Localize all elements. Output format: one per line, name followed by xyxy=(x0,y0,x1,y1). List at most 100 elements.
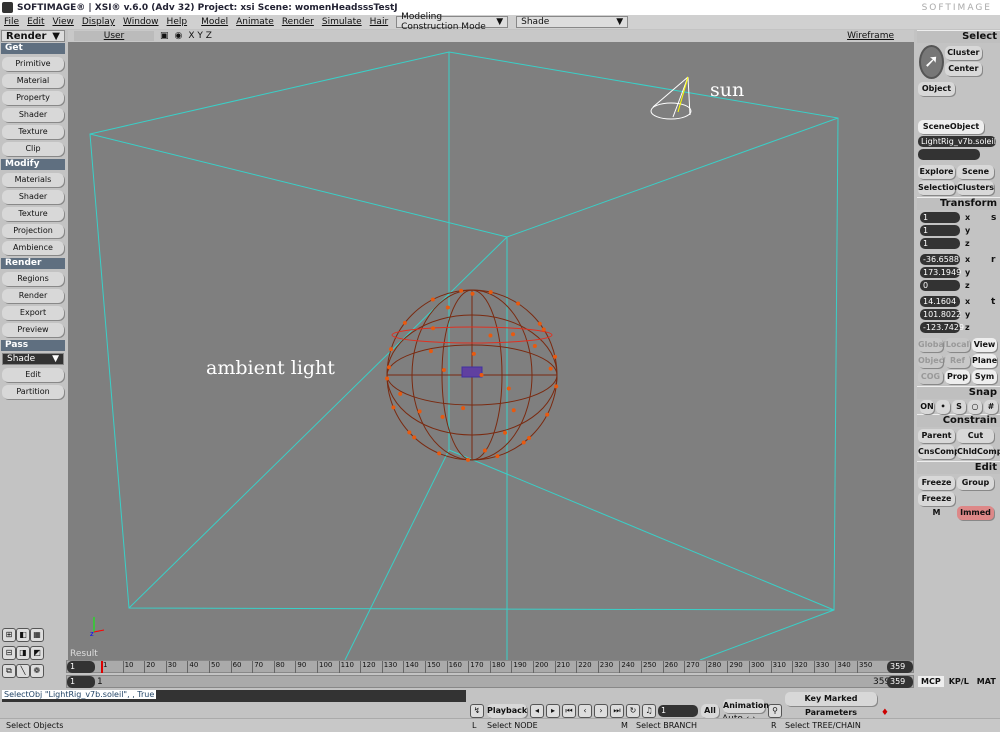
ref-global-button[interactable]: Global xyxy=(918,338,947,352)
left-button-preview[interactable]: Preview xyxy=(2,323,64,337)
left-button-partition[interactable]: Partition xyxy=(2,385,64,399)
first-frame-icon[interactable]: ⏮ xyxy=(562,704,576,718)
axis-label[interactable]: y xyxy=(965,310,977,319)
layout-icon[interactable]: ⊟ xyxy=(2,646,16,660)
center-button[interactable]: Center xyxy=(944,62,982,76)
left-button-render[interactable]: Render xyxy=(2,289,64,303)
filter-field[interactable] xyxy=(918,149,980,160)
menu-render[interactable]: Render xyxy=(282,17,314,27)
last-frame-icon[interactable]: ⏭ xyxy=(610,704,624,718)
selection-button[interactable]: Selection xyxy=(918,181,960,195)
command-text[interactable]: SelectObj "LightRig_v7b.soleil", , True xyxy=(2,690,157,699)
key-icon[interactable]: ⚲ xyxy=(768,704,782,718)
module-dropdown[interactable]: Render ▼ xyxy=(1,30,65,42)
ref-cog-button[interactable]: COG xyxy=(918,370,943,384)
left-button-projection[interactable]: Projection xyxy=(2,224,64,238)
snap-on-button[interactable]: ON xyxy=(920,399,934,414)
section-header[interactable]: Modify xyxy=(1,159,65,170)
cut-button[interactable]: Cut xyxy=(957,429,994,443)
ref-plane-button[interactable]: Plane xyxy=(972,354,997,368)
tab-mat[interactable]: MAT xyxy=(974,676,999,687)
axis-label[interactable]: z xyxy=(965,323,977,332)
left-button-edit[interactable]: Edit xyxy=(2,368,64,382)
chldcomp-button[interactable]: ChldComp xyxy=(957,445,1000,459)
section-header[interactable]: Render xyxy=(1,258,65,269)
left-button-texture[interactable]: Texture xyxy=(2,207,64,221)
display-mode[interactable]: Wireframe xyxy=(847,31,894,41)
playback-button[interactable]: Playback xyxy=(487,704,527,718)
timeline-start-field[interactable]: 1 xyxy=(67,661,95,673)
layout-icon[interactable]: ◨ xyxy=(16,646,30,660)
edit-header[interactable]: Edit xyxy=(917,461,1000,474)
range-end-field[interactable]: 359 xyxy=(887,676,913,688)
audio-icon[interactable]: ♫ xyxy=(642,704,656,718)
scene-object-button[interactable]: SceneObject xyxy=(918,120,984,134)
left-button-shader[interactable]: Shader xyxy=(2,108,64,122)
scale-toggle[interactable]: s xyxy=(991,213,996,223)
layout-split-icon[interactable]: ◧ xyxy=(16,628,30,642)
ref-view-button[interactable]: View xyxy=(972,338,997,352)
left-button-texture[interactable]: Texture xyxy=(2,125,64,139)
left-button-clip[interactable]: Clip xyxy=(2,142,64,156)
scene-explorer-icon[interactable]: ⧉ xyxy=(2,664,16,678)
axis-label[interactable]: x xyxy=(965,297,977,306)
next-key-icon[interactable]: ▸ xyxy=(546,704,560,718)
camera-dropdown[interactable]: User xyxy=(74,31,154,41)
selected-name-field[interactable]: LightRig_v7b.soleil xyxy=(918,136,996,147)
left-button-export[interactable]: Export xyxy=(2,306,64,320)
left-button-ambience[interactable]: Ambience xyxy=(2,241,64,255)
menu-model[interactable]: Model xyxy=(201,17,228,27)
playhead[interactable] xyxy=(101,661,103,673)
mode-dropdown[interactable]: Modeling Construction Mode ▼ xyxy=(396,12,509,32)
group-button[interactable]: Group xyxy=(957,476,994,490)
select-arrow-button[interactable]: ➚ xyxy=(919,45,944,79)
layout-quad-icon[interactable]: ⊞ xyxy=(2,628,16,642)
menu-view[interactable]: View xyxy=(53,17,74,27)
translate-y-field[interactable]: 101.8022 xyxy=(920,309,961,320)
snap-point-icon[interactable]: • xyxy=(936,399,950,414)
current-frame-field[interactable]: 1 xyxy=(658,705,698,717)
left-button-material[interactable]: Material xyxy=(2,74,64,88)
menu-display[interactable]: Display xyxy=(82,17,115,27)
prev-key-icon[interactable]: ◂ xyxy=(530,704,544,718)
rotate-y-field[interactable]: 173.1949 xyxy=(920,267,961,278)
pass-dropdown[interactable]: Shade ▼ xyxy=(2,353,64,365)
brush-icon[interactable]: ╲ xyxy=(16,664,30,678)
freeze-m-button[interactable]: Freeze M xyxy=(918,492,955,517)
layout-grid-icon[interactable]: ▦ xyxy=(30,628,44,642)
animation-button[interactable]: Animation xyxy=(723,699,769,713)
prev-frame-icon[interactable]: ‹ xyxy=(578,704,592,718)
axis-label[interactable]: x xyxy=(965,255,977,264)
script-icon[interactable]: ↯ xyxy=(470,704,484,718)
scale-y-field[interactable]: 1 xyxy=(920,225,960,236)
menu-window[interactable]: Window xyxy=(123,17,159,27)
camera-icon[interactable]: ▣ xyxy=(160,31,169,41)
axis-label[interactable]: x xyxy=(965,213,977,222)
cnscomp-button[interactable]: CnsComp xyxy=(918,445,960,459)
rotate-toggle[interactable]: r xyxy=(991,255,995,265)
scale-z-field[interactable]: 1 xyxy=(920,238,960,249)
loop-icon[interactable]: ↻ xyxy=(626,704,640,718)
left-button-regions[interactable]: Regions xyxy=(2,272,64,286)
left-button-primitive[interactable]: Primitive xyxy=(2,57,64,71)
range-slider[interactable]: 1 1 359 359 xyxy=(66,675,914,688)
select-header[interactable]: Select xyxy=(917,30,1000,43)
parent-button[interactable]: Parent xyxy=(918,429,955,443)
snap-curve-icon[interactable]: S xyxy=(952,399,966,414)
menu-edit[interactable]: Edit xyxy=(27,17,44,27)
all-button[interactable]: All xyxy=(701,704,719,718)
axis-label[interactable]: y xyxy=(965,226,977,235)
section-header[interactable]: Pass xyxy=(1,340,65,351)
shade-dropdown[interactable]: Shade ▼ xyxy=(516,16,629,28)
viewport-3d[interactable]: sun ambient light z Result xyxy=(68,42,914,661)
timeline-end-field[interactable]: 359 xyxy=(887,661,913,673)
transform-header[interactable]: Transform xyxy=(917,197,1000,210)
translate-toggle[interactable]: t xyxy=(991,297,995,307)
section-header[interactable]: Get xyxy=(1,43,65,54)
ref-object-button[interactable]: Object xyxy=(918,354,947,368)
translate-x-field[interactable]: 14.1604 xyxy=(920,296,960,307)
ref-ref-button[interactable]: Ref xyxy=(945,354,970,368)
material-icon[interactable]: ❁ xyxy=(30,664,44,678)
snap-circle-icon[interactable]: ○ xyxy=(968,399,982,414)
rotate-z-field[interactable]: 0 xyxy=(920,280,960,291)
